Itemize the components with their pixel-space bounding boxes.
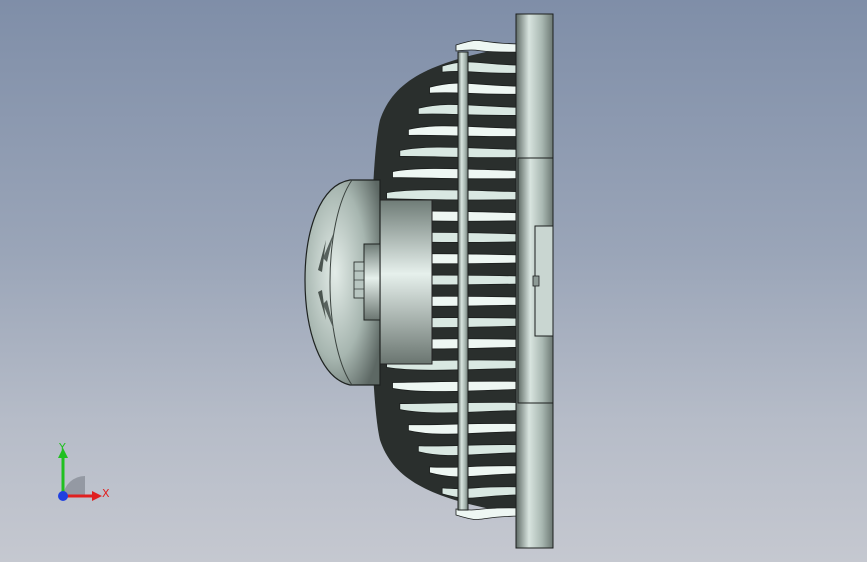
guard-rib xyxy=(386,189,521,201)
guard-ring xyxy=(457,51,469,511)
fan-model[interactable] xyxy=(0,0,867,562)
guard-rib xyxy=(392,380,521,392)
x-axis-label: X xyxy=(102,487,110,500)
z-axis-dot xyxy=(58,491,68,501)
guard-rib xyxy=(455,40,521,53)
hub-cylinder xyxy=(377,199,433,365)
x-axis-arrow xyxy=(92,491,102,501)
mounting-flange xyxy=(515,13,554,549)
guard-rib xyxy=(392,168,521,180)
motor-housing xyxy=(304,179,381,386)
y-axis-label: Y xyxy=(59,441,66,454)
graphics-viewport[interactable]: Y X xyxy=(0,0,867,562)
